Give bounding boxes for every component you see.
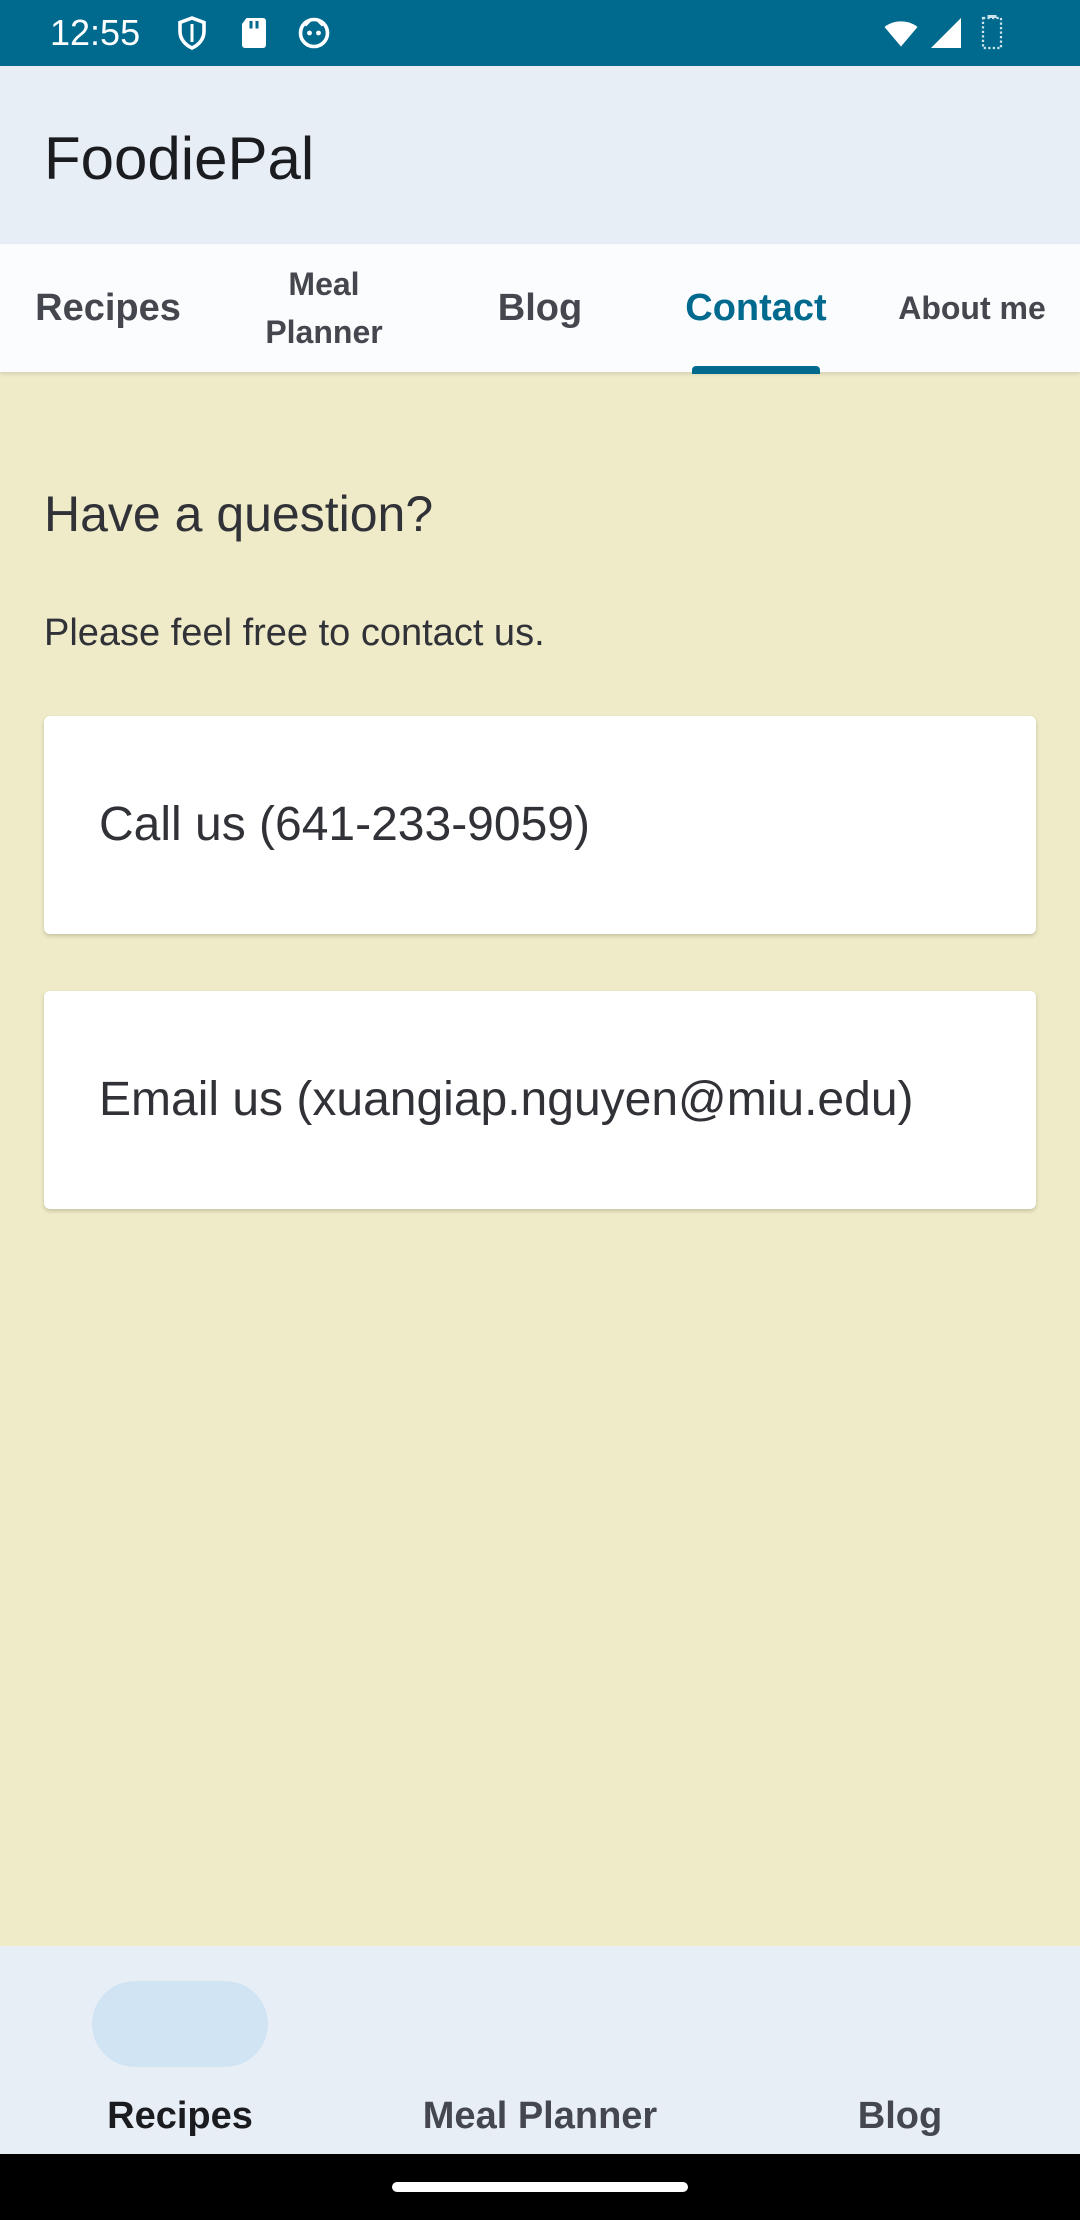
sd-card-icon: [242, 18, 266, 48]
active-indicator-pill: [92, 1981, 268, 2067]
bottom-navigation: Recipes Meal Planner Blog: [0, 1946, 1080, 2154]
top-app-bar: FoodiePal: [0, 66, 1080, 244]
cellular-signal-icon: [931, 18, 961, 48]
tab-label: Contact: [685, 286, 827, 329]
tab-contact[interactable]: Contact: [648, 244, 864, 372]
contact-content: Have a question? Please feel free to con…: [0, 372, 1080, 1946]
battery-icon: [981, 15, 1003, 50]
bottom-nav-label: Blog: [857, 2095, 943, 2137]
tab-meal-planner[interactable]: Meal Planner: [216, 244, 432, 372]
call-us-card[interactable]: Call us (641-233-9059): [44, 716, 1036, 934]
tab-recipes[interactable]: Recipes: [0, 244, 216, 372]
tab-label: Planner: [265, 314, 383, 350]
email-us-label: Email us (xuangiap.nguyen@miu.edu): [99, 1073, 914, 1126]
call-us-label: Call us (641-233-9059): [99, 798, 590, 851]
assistant-face-icon: [298, 17, 330, 49]
status-time: 12:55: [50, 12, 141, 53]
status-bar: 12:55: [0, 0, 1080, 66]
email-us-card[interactable]: Email us (xuangiap.nguyen@miu.edu): [44, 991, 1036, 1209]
tab-label: Meal: [288, 266, 360, 302]
bottom-nav-blog[interactable]: Blog: [720, 1946, 1080, 2154]
system-navigation-bar: [0, 2154, 1080, 2220]
tab-label: Recipes: [35, 286, 181, 329]
bottom-nav-label: Meal Planner: [422, 2095, 658, 2137]
tab-label: Blog: [497, 286, 583, 329]
app-title: FoodiePal: [44, 125, 315, 192]
tab-blog[interactable]: Blog: [432, 244, 648, 372]
tab-bar: Recipes Meal Planner Blog Contact About …: [0, 244, 1080, 374]
wifi-icon: [884, 21, 918, 47]
bottom-nav-meal-planner[interactable]: Meal Planner: [360, 1946, 720, 2154]
contact-subtext: Please feel free to contact us.: [44, 612, 545, 654]
tab-label: About me: [898, 289, 1046, 326]
home-gesture-handle[interactable]: [392, 2182, 688, 2192]
bottom-nav-recipes[interactable]: Recipes: [0, 1946, 360, 2154]
bottom-nav-label: Recipes: [107, 2095, 253, 2137]
shield-icon: [178, 16, 206, 50]
tab-about-me[interactable]: About me: [864, 244, 1080, 372]
contact-heading: Have a question?: [44, 486, 434, 542]
